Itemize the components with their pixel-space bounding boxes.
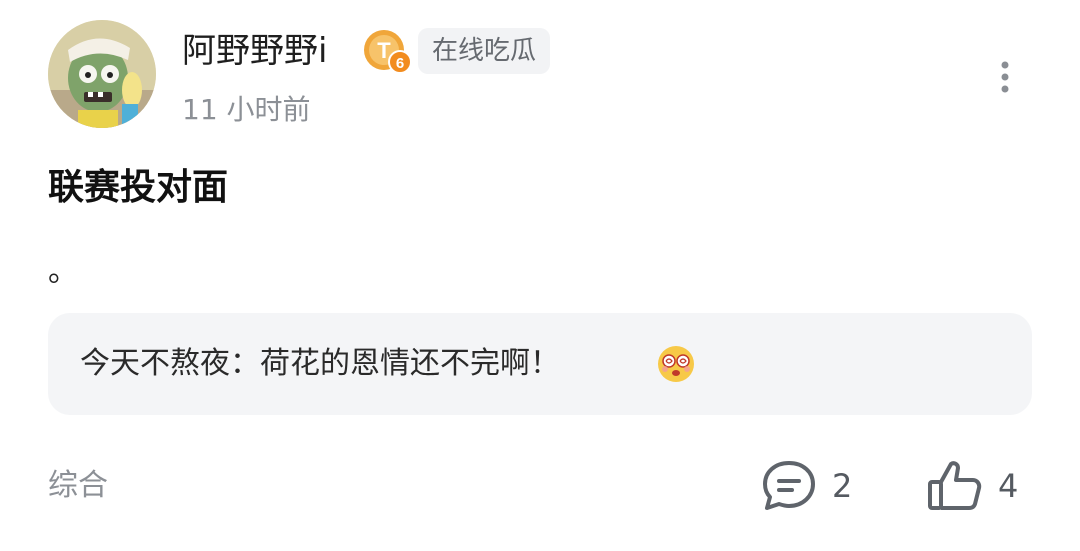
comment-count: 2 <box>832 467 853 505</box>
comment-author: 今天不熬夜 <box>80 346 230 381</box>
like-button[interactable]: 4 <box>926 456 1018 516</box>
author-name[interactable]: 阿野野野i <box>182 28 327 74</box>
featured-comment[interactable]: 今天不熬夜：荷花的恩情还不完啊！ <box>48 313 1032 415</box>
like-count: 4 <box>998 467 1019 505</box>
thumbs-up-icon <box>928 461 982 510</box>
user-tag: 在线吃瓜 <box>418 28 551 74</box>
comment-separator: ： <box>230 346 260 381</box>
comment-bubble-icon <box>763 461 815 510</box>
post-time: 11 小时前 <box>182 93 311 126</box>
dizzy-eyes-emoji-icon <box>656 344 696 384</box>
featured-comment-text: 今天不熬夜：荷花的恩情还不完啊！ <box>80 313 560 415</box>
more-vertical-icon[interactable] <box>992 60 1018 94</box>
zombie-avatar-icon <box>48 20 156 128</box>
comment-button[interactable]: 2 <box>760 456 852 516</box>
svg-text:6: 6 <box>396 55 404 72</box>
post-title[interactable]: 联赛投对面 <box>48 164 228 212</box>
comment-body: 荷花的恩情还不完啊！ <box>260 346 560 381</box>
post-category[interactable]: 综合 <box>48 464 108 508</box>
author-avatar[interactable] <box>48 20 156 128</box>
level-badge-icon: T 6 <box>362 28 412 76</box>
post-body: 。 <box>48 254 78 289</box>
